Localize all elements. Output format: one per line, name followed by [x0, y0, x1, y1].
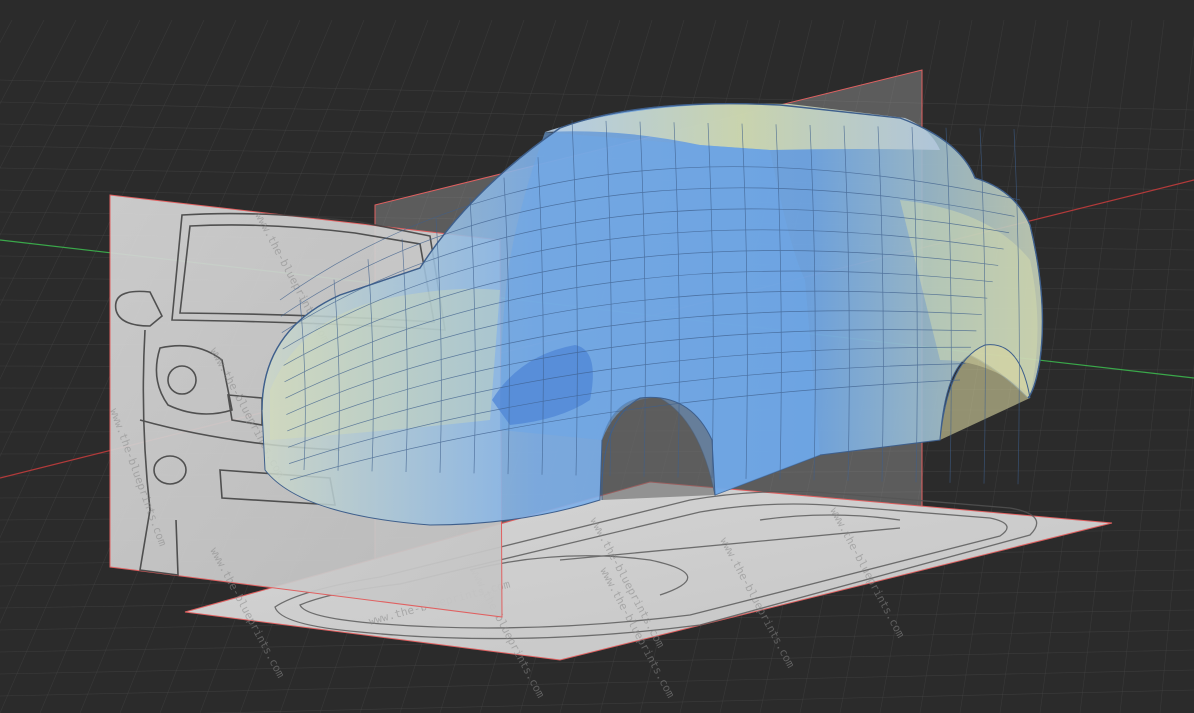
3d-viewport[interactable]: www.the-blueprints.com www.the-blueprints… [0, 0, 1194, 713]
